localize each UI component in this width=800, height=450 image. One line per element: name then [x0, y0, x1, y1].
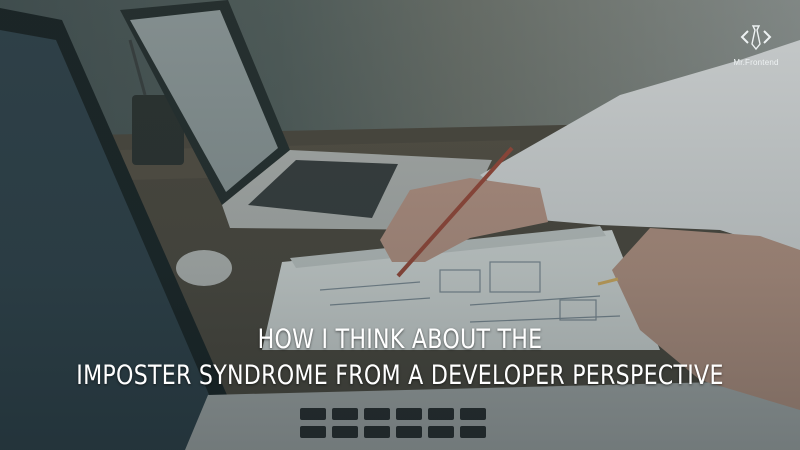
- headline-line-1: HOW I THINK ABOUT THE: [257, 324, 543, 355]
- article-headline: HOW I THINK ABOUT THE IMPOSTER SYNDROME …: [0, 322, 800, 394]
- blog-banner: Mr.Frontend HOW I THINK ABOUT THE IMPOST…: [0, 0, 800, 450]
- headline-line-2: IMPOSTER SYNDROME FROM A DEVELOPER PERSP…: [76, 360, 724, 391]
- code-brackets-tie-logo-icon: [740, 25, 772, 51]
- brand-name: Mr.Frontend: [733, 58, 779, 67]
- computer-mouse: [176, 250, 232, 286]
- brand-logo: Mr.Frontend: [722, 22, 790, 67]
